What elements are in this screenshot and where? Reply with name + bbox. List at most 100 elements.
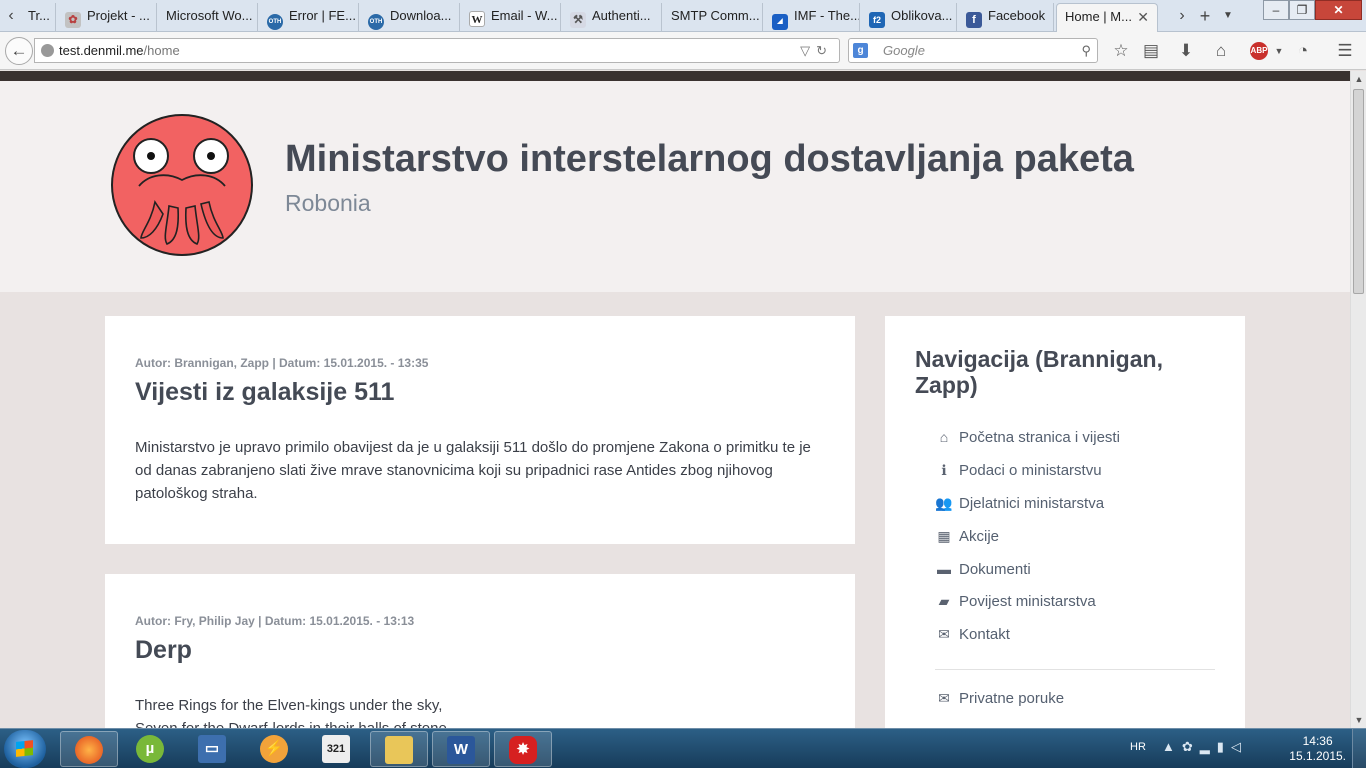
news-post: Autor: Fry, Philip Jay | Datum: 15.01.20… — [105, 574, 855, 728]
menu-icon[interactable]: ☰ — [1334, 40, 1356, 62]
volume-muted-icon[interactable]: ◁ — [1231, 739, 1248, 754]
zoidberg-logo-icon — [111, 114, 253, 256]
minimize-window-icon[interactable]: – — [1263, 0, 1289, 20]
browser-tab[interactable]: Microsoft Wo... — [158, 3, 258, 32]
bookmarks-icon[interactable]: ▤ — [1140, 40, 1162, 62]
address-bar[interactable]: test.denmil.me/home ▽↻ — [34, 38, 840, 63]
tab-scroll-right-icon[interactable]: › — [1173, 4, 1191, 28]
tab-label: SMTP Comm... — [671, 8, 760, 23]
sidebar-item-info[interactable]: ℹ Podaci o ministarstvu — [935, 462, 1101, 479]
tab-label: Projekt - ... — [87, 8, 150, 23]
search-engine-icon[interactable]: g — [853, 43, 868, 58]
clock-date: 15.1.2015. — [1289, 749, 1346, 763]
system-tray: HR ▲✿▂▮◁ 14:36 15.1.2015. — [1126, 729, 1366, 768]
sidebar-item-staff[interactable]: 👥 Djelatnici ministarstva — [935, 495, 1104, 512]
browser-tab-active[interactable]: Home | M... ✕ — [1056, 3, 1158, 32]
clock-time: 14:36 — [1302, 734, 1333, 748]
imf-icon: ◢ — [772, 14, 788, 30]
browser-tab[interactable]: f Facebook — [958, 3, 1054, 32]
battery-icon[interactable]: ▮ — [1217, 739, 1231, 754]
tab-label: Home | M... — [1065, 9, 1132, 24]
post-body: Ministarstvo je upravo primilo obavijest… — [135, 439, 811, 502]
scroll-up-icon[interactable]: ▲ — [1351, 71, 1366, 87]
word-task-icon[interactable]: W — [432, 731, 490, 767]
sidebar-item-history[interactable]: ▰ Povijest ministarstva — [935, 593, 1096, 610]
sidebar-navigation: Navigacija (Brannigan, Zapp) ⌂ Početna st… — [885, 316, 1245, 728]
sidebar-item-label: Djelatnici ministarstva — [959, 495, 1105, 512]
search-input[interactable]: g Google ⚲ — [848, 38, 1098, 63]
bookmark-star-icon[interactable]: ☆ — [1110, 40, 1132, 62]
browser-tab[interactable]: OTH Downloa... — [360, 3, 460, 32]
explorer-task-icon[interactable] — [370, 731, 428, 767]
search-icon[interactable]: ⚲ — [1081, 39, 1091, 62]
sidebar-item-label: Akcije — [959, 528, 1000, 545]
back-arrow-icon[interactable]: ← — [5, 37, 33, 65]
lightning-icon: ⚡ — [260, 735, 288, 763]
site-subtitle: Robonia — [285, 190, 371, 216]
new-tab-icon[interactable]: + — [1196, 4, 1214, 28]
list-tabs-icon[interactable]: ▼ — [1219, 4, 1237, 28]
browser-tab[interactable]: Tr... — [20, 3, 56, 32]
gear-icon: ✿ — [65, 12, 81, 28]
sidebar-item-contact[interactable]: ✉ Kontakt — [935, 626, 1010, 643]
dropdown-icon[interactable]: ▽ — [800, 43, 816, 58]
sidebar-item-documents[interactable]: ▬ Dokumenti — [935, 561, 1031, 578]
show-desktop-button[interactable] — [1352, 729, 1366, 768]
utorrent-task-icon[interactable]: µ — [122, 731, 180, 767]
wikipedia-icon: W — [469, 11, 485, 27]
url-path: /home — [143, 43, 180, 58]
tray-icons: ▲✿▂▮◁ — [1162, 739, 1248, 755]
browser-tab[interactable]: ✿ Projekt - ... — [57, 3, 157, 32]
sidebar-item-actions[interactable]: ▦ Akcije — [935, 528, 999, 545]
start-button[interactable] — [4, 730, 46, 768]
show-hidden-icons-icon[interactable]: ▲ — [1162, 739, 1182, 754]
network-signal-icon[interactable]: ▂ — [1200, 739, 1217, 754]
sidebar-title: Navigacija (Brannigan, Zapp) — [915, 346, 1163, 398]
app-task-icon[interactable]: ✸ — [494, 731, 552, 767]
news-post: Autor: Brannigan, Zapp | Datum: 15.01.20… — [105, 316, 855, 544]
browser-tab[interactable]: OTH Error | FE... — [259, 3, 359, 32]
folder-icon: ▬ — [937, 561, 951, 577]
post-body-line: Three Rings for the Elven-kings under th… — [135, 697, 443, 714]
post-title[interactable]: Vijesti iz galaksije 511 — [135, 378, 394, 407]
restore-window-icon[interactable]: ❐ — [1289, 0, 1315, 20]
network-task-icon[interactable]: ▭ — [184, 731, 242, 767]
scroll-down-icon[interactable]: ▼ — [1351, 712, 1366, 728]
downloads-icon[interactable]: ⬇ — [1175, 40, 1197, 62]
sidebar-item-private-messages[interactable]: ✉ Privatne poruke — [935, 690, 1064, 707]
search-placeholder: Google — [883, 43, 925, 58]
adblock-menu-icon[interactable]: ▼ — [1268, 40, 1290, 62]
browser-tab[interactable]: SMTP Comm... — [663, 3, 763, 32]
post-meta: Autor: Fry, Philip Jay | Datum: 15.01.20… — [135, 614, 415, 628]
clock[interactable]: 14:36 15.1.2015. — [1289, 734, 1346, 764]
sidebar-item-home[interactable]: ⌂ Početna stranica i vijesti — [935, 429, 1120, 446]
tab-label: IMF - The... — [794, 8, 860, 23]
webpage: Ministarstvo interstelarnog dostavljanja… — [0, 71, 1350, 728]
home-icon[interactable]: ⌂ — [1210, 40, 1232, 62]
oth-icon: OTH — [368, 14, 384, 30]
users-icon: 👥 — [935, 495, 953, 511]
top-bar — [0, 71, 1350, 81]
flashget-task-icon[interactable]: ⚡ — [246, 731, 304, 767]
sync-icon[interactable]: ◔ — [1292, 40, 1314, 62]
tab-label: Error | FE... — [289, 8, 356, 23]
windows-taskbar: µ ▭ ⚡ 321 W ✸ HR ▲✿▂▮◁ 14:36 15.1.2015. — [0, 728, 1366, 768]
media-player-task-icon[interactable]: 321 — [308, 731, 366, 767]
adblock-icon[interactable]: ABP — [1250, 42, 1268, 60]
language-indicator[interactable]: HR — [1130, 741, 1146, 753]
post-title[interactable]: Derp — [135, 636, 192, 665]
close-tab-icon[interactable]: ✕ — [1137, 4, 1149, 30]
tray-app-icon[interactable]: ✿ — [1182, 739, 1200, 754]
close-window-icon[interactable]: ✕ — [1315, 0, 1362, 20]
browser-tab[interactable]: ◢ IMF - The... — [764, 3, 860, 32]
browser-tab[interactable]: f2 Oblikova... — [861, 3, 957, 32]
vertical-scrollbar[interactable]: ▲ ▼ — [1350, 71, 1366, 728]
tab-label: Tr... — [28, 8, 50, 23]
reload-icon[interactable]: ↻ — [816, 43, 833, 58]
browser-tab[interactable]: W Email - W... — [461, 3, 561, 32]
tab-scroll-left-icon[interactable]: ‹ — [2, 4, 20, 28]
scrollbar-thumb[interactable] — [1353, 89, 1364, 294]
browser-tab[interactable]: ⚒ Authenti... — [562, 3, 662, 32]
sidebar-divider — [935, 669, 1215, 670]
firefox-task-icon[interactable] — [60, 731, 118, 767]
